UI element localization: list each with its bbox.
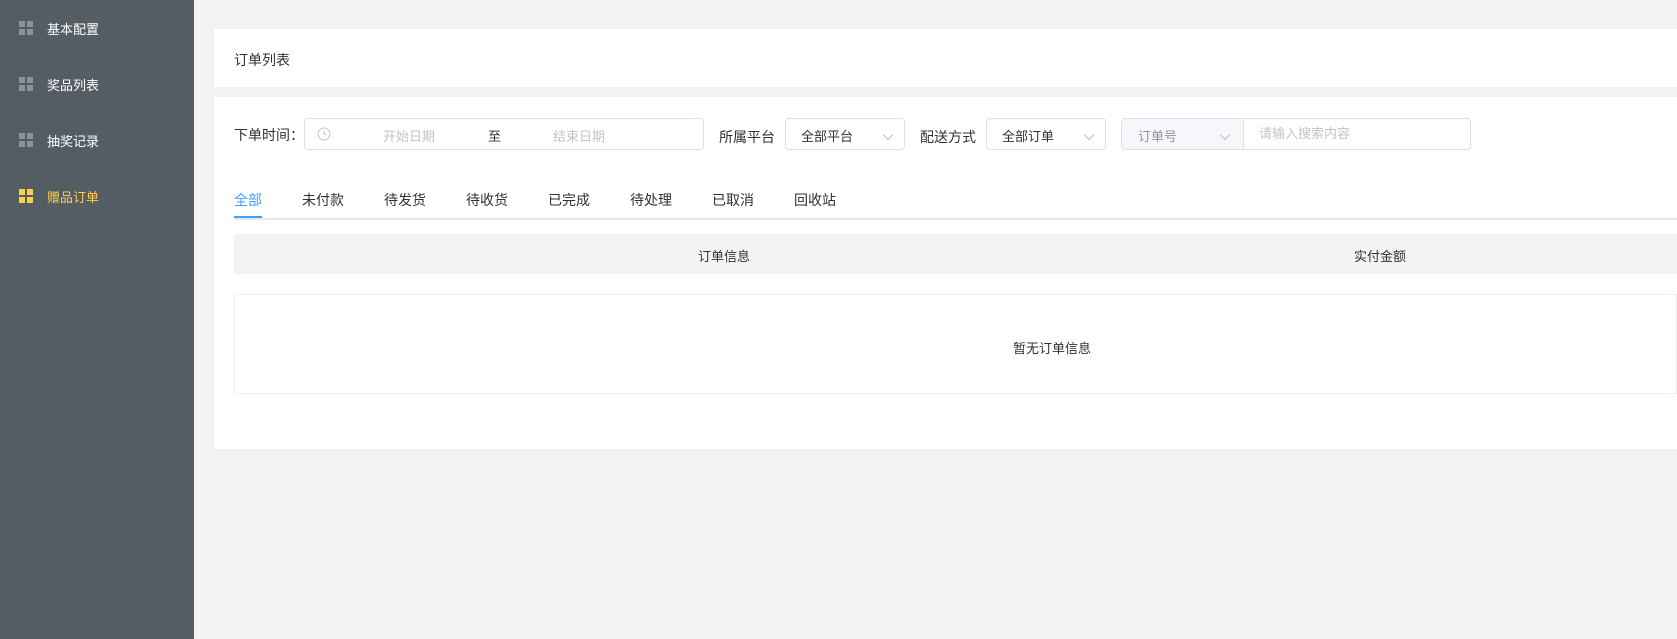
chevron-down-icon xyxy=(1219,130,1231,145)
range-separator: 至 xyxy=(488,130,502,145)
search-type-select[interactable]: 订单号 xyxy=(1122,119,1244,149)
chevron-down-icon xyxy=(882,130,894,145)
table-header: 订单信息 实付金额 xyxy=(234,234,1677,274)
date-range-picker[interactable]: 开始日期 至 结束日期 xyxy=(304,118,704,150)
grid-icon xyxy=(19,133,33,147)
grid-icon xyxy=(19,21,33,35)
platform-select-value: 全部平台 xyxy=(801,130,854,145)
end-date-input[interactable]: 结束日期 xyxy=(553,126,605,145)
active-tab-indicator xyxy=(234,216,262,218)
grid-icon xyxy=(19,77,33,91)
tab-to-receive[interactable]: 待收货 xyxy=(466,190,508,210)
tab-unpaid[interactable]: 未付款 xyxy=(302,190,344,210)
column-order-info: 订单信息 xyxy=(698,250,751,265)
order-time-label: 下单时间： xyxy=(234,128,304,144)
delivery-select[interactable]: 全部订单 xyxy=(986,118,1106,150)
column-amount-paid: 实付金额 xyxy=(1354,250,1407,265)
tab-completed[interactable]: 已完成 xyxy=(548,190,590,210)
delivery-label: 配送方式 xyxy=(920,130,976,146)
page-header-card: 订单列表 xyxy=(214,29,1677,87)
sidebar: 基本配置 奖品列表 抽奖记录 赠品订单 xyxy=(0,0,194,639)
order-status-tabs: 全部 未付款 待发货 待收货 已完成 待处理 已取消 回收站 xyxy=(234,188,1677,220)
search-input[interactable] xyxy=(1244,119,1470,149)
empty-state: 暂无订单信息 xyxy=(234,294,1677,394)
sidebar-item-lottery-records[interactable]: 抽奖记录 xyxy=(0,112,194,168)
clock-icon xyxy=(317,127,331,145)
search-type-value: 订单号 xyxy=(1138,130,1178,145)
tab-all[interactable]: 全部 xyxy=(234,190,262,210)
page-title: 订单列表 xyxy=(234,53,290,69)
order-search: 订单号 xyxy=(1121,118,1471,150)
sidebar-item-label: 抽奖记录 xyxy=(47,134,100,150)
start-date-input[interactable]: 开始日期 xyxy=(383,126,435,145)
tab-pending[interactable]: 待处理 xyxy=(630,190,672,210)
grid-icon xyxy=(19,189,33,203)
platform-select[interactable]: 全部平台 xyxy=(785,118,905,150)
sidebar-item-label: 基本配置 xyxy=(47,22,100,38)
platform-label: 所属平台 xyxy=(719,130,775,146)
sidebar-item-basic-config[interactable]: 基本配置 xyxy=(0,0,194,56)
sidebar-item-gift-orders[interactable]: 赠品订单 xyxy=(0,168,194,224)
tab-recycle-bin[interactable]: 回收站 xyxy=(794,190,836,210)
sidebar-item-label: 赠品订单 xyxy=(47,190,100,206)
chevron-down-icon xyxy=(1083,130,1095,145)
tab-cancelled[interactable]: 已取消 xyxy=(712,190,754,210)
tab-to-ship[interactable]: 待发货 xyxy=(384,190,426,210)
sidebar-item-prize-list[interactable]: 奖品列表 xyxy=(0,56,194,112)
delivery-select-value: 全部订单 xyxy=(1002,130,1055,145)
sidebar-item-label: 奖品列表 xyxy=(47,78,100,94)
empty-state-text: 暂无订单信息 xyxy=(1013,342,1092,357)
